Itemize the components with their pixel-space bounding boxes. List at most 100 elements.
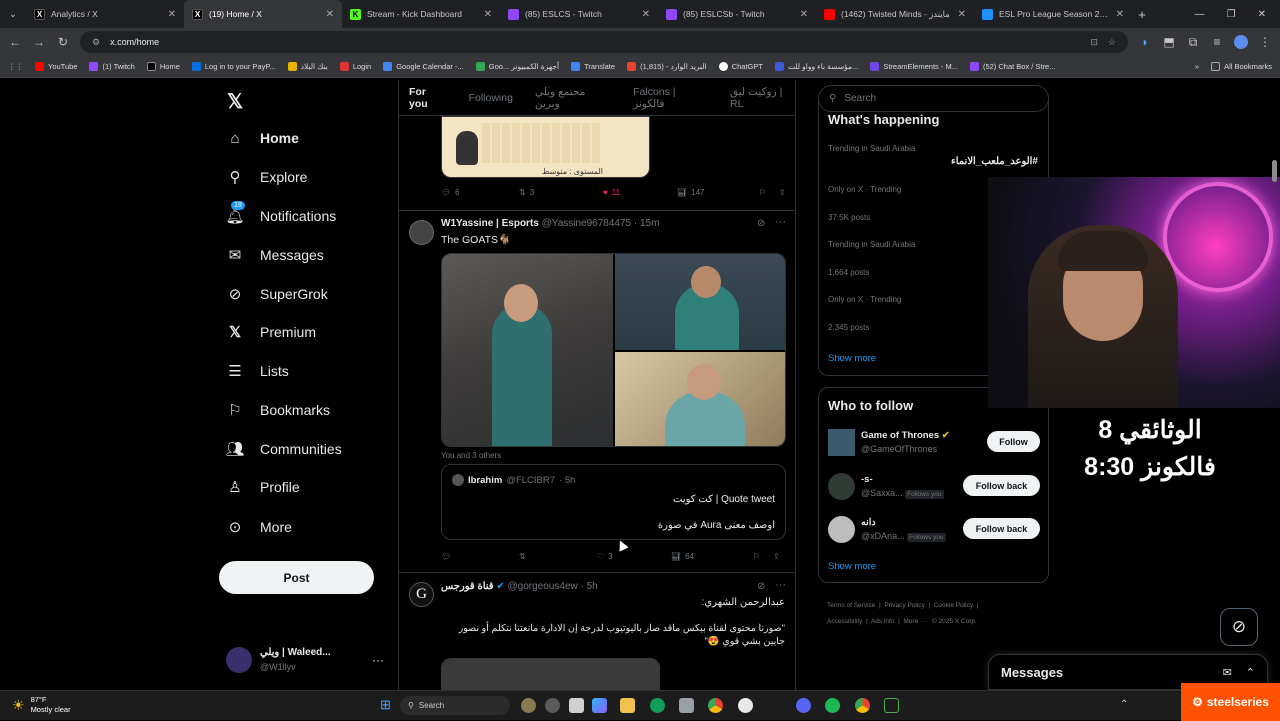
bookmark-item[interactable]: Home xyxy=(146,62,180,71)
menu-icon[interactable]: ⋮ xyxy=(1258,35,1272,49)
site-info-icon[interactable]: ⚙ xyxy=(92,37,100,48)
avatar[interactable] xyxy=(409,220,434,245)
avatar[interactable] xyxy=(828,429,855,456)
like-button[interactable]: ♥ 11 xyxy=(603,188,677,197)
close-icon[interactable]: ✕ xyxy=(484,9,492,20)
account-switcher[interactable]: ويلي | Waleed... @W1llyv ··· xyxy=(226,642,384,678)
bookmark-item[interactable]: StreamElements - M... xyxy=(870,62,958,71)
nav-home[interactable]: ⌂ Home xyxy=(226,129,298,147)
bookmark-icon[interactable]: ⚐ xyxy=(759,188,779,197)
nav-explore[interactable]: ⚲ Explore xyxy=(226,168,308,186)
quote-tweet[interactable]: Ibrahim @FLCIBR7 · 5h Quote tweet | كت ك… xyxy=(441,464,786,540)
close-window-button[interactable]: ✕ xyxy=(1258,9,1266,20)
photo[interactable] xyxy=(442,254,613,446)
footer-link[interactable]: Accessibility xyxy=(827,618,862,625)
bookmark-item[interactable]: البريد الوارد - (1,815) xyxy=(627,62,707,71)
grok-button[interactable]: ⊘ xyxy=(1220,608,1258,646)
share-icon[interactable]: ⇪ xyxy=(773,552,780,561)
collapse-icon[interactable]: ⌃ xyxy=(1246,666,1255,679)
photo[interactable] xyxy=(615,254,785,350)
new-tab-button[interactable]: + xyxy=(1132,7,1152,22)
liked-by[interactable]: You and 3 others xyxy=(441,451,501,460)
views-button[interactable]: 📊︎ 147 xyxy=(677,188,759,197)
share-icon[interactable]: ⇪ xyxy=(779,188,786,197)
post-button[interactable]: Post xyxy=(219,561,374,594)
all-bookmarks-button[interactable]: All Bookmarks xyxy=(1211,62,1272,71)
author-handle[interactable]: @gorgeous4ew xyxy=(508,581,578,592)
puzzle-icon[interactable]: ⧉ xyxy=(1186,35,1200,50)
footer-link[interactable]: Cookie Policy xyxy=(934,602,973,609)
tray-chevron-icon[interactable]: ⌃ xyxy=(1120,699,1128,710)
show-more-link[interactable]: Show more xyxy=(828,561,876,572)
profile-avatar[interactable] xyxy=(1234,35,1248,49)
reply-button[interactable]: 💬︎ 6 xyxy=(441,188,519,197)
address-bar[interactable]: ⚙ x.com/home ⊡ ☆ xyxy=(80,31,1128,53)
nav-messages[interactable]: ✉ Messages xyxy=(226,246,324,264)
trend-topic[interactable]: #الوعد_ملعب_الانماء xyxy=(951,156,1038,167)
nav-lists[interactable]: ☰ Lists xyxy=(226,362,289,380)
like-button[interactable]: ♡ 3 xyxy=(597,552,671,561)
back-icon[interactable]: ← xyxy=(8,35,22,49)
weather-widget[interactable]: ☀ 87°F Mostly clear xyxy=(12,695,71,715)
tab-4[interactable]: (85) ESLCSb - Twitch ✕ xyxy=(658,0,816,28)
repost-button[interactable]: ⇅ xyxy=(519,552,597,561)
follow-name[interactable]: دانه xyxy=(861,517,876,528)
avatar[interactable] xyxy=(828,516,855,543)
extension-icon[interactable]: ⬒ xyxy=(1162,35,1176,49)
footer-link[interactable]: More ··· xyxy=(903,618,926,625)
follow-name[interactable]: Game of Thrones ✔ xyxy=(861,430,950,441)
start-icon[interactable]: ⊞ xyxy=(380,697,391,713)
overflow-chevron-icon[interactable]: » xyxy=(1195,62,1199,71)
author-handle[interactable]: @Yassine96784475 xyxy=(542,218,631,229)
nav-supergrok[interactable]: ⊘ SuperGrok xyxy=(226,285,328,303)
grok-icon[interactable]: ⊘ xyxy=(757,218,765,229)
tweet-image[interactable]: المستوى : متوسط xyxy=(441,116,650,178)
follow-button[interactable]: Follow xyxy=(987,431,1040,452)
bookmark-item[interactable]: Translate xyxy=(571,62,615,71)
x-logo-icon[interactable]: 𝕏 xyxy=(227,89,243,114)
avatar[interactable] xyxy=(828,473,855,500)
discord-icon[interactable] xyxy=(796,698,811,713)
spotify-icon[interactable] xyxy=(825,698,840,713)
bookmark-icon[interactable]: ⚐ xyxy=(753,552,773,561)
extension-icon[interactable]: ◗ xyxy=(1138,35,1152,49)
tab-list[interactable]: روكيت ليق | RL xyxy=(730,86,795,110)
tab-search-icon[interactable]: ⌄ xyxy=(0,9,26,20)
close-icon[interactable]: ✕ xyxy=(326,9,334,20)
scrollbar-thumb[interactable] xyxy=(1272,160,1277,182)
tweet-time[interactable]: · 15m xyxy=(634,218,660,229)
tab-1[interactable]: X (19) Home / X ✕ xyxy=(184,0,342,28)
minimize-button[interactable]: — xyxy=(1195,9,1205,20)
footer-link[interactable]: Terms of Service xyxy=(827,602,875,609)
media-icon[interactable]: ≡ xyxy=(1210,35,1224,49)
nav-notifications[interactable]: 🔔︎ 19 Notifications xyxy=(225,201,336,225)
task-view-icon[interactable] xyxy=(569,698,584,713)
repost-button[interactable]: ⇅ 3 xyxy=(519,188,603,197)
footer-link[interactable]: Privacy Policy xyxy=(884,602,924,609)
close-icon[interactable]: ✕ xyxy=(1116,9,1124,20)
tab-following[interactable]: Following xyxy=(469,92,513,104)
chrome-icon[interactable] xyxy=(855,698,870,713)
taskbar-search[interactable]: ⚲ Search xyxy=(400,696,510,715)
maximize-button[interactable]: ❐ xyxy=(1227,9,1236,20)
more-icon[interactable]: ··· xyxy=(775,579,786,591)
bookmark-item[interactable]: بنك البلاد xyxy=(287,62,328,71)
star-icon[interactable]: ☆ xyxy=(1108,37,1116,48)
app-icon[interactable] xyxy=(884,698,899,713)
tab-2[interactable]: K Stream - Kick Dashboard ✕ xyxy=(342,0,500,28)
footer-link[interactable]: Ads info xyxy=(871,618,895,625)
bookmark-item[interactable]: (52) Chat Box / Stre... xyxy=(969,62,1055,71)
show-more-link[interactable]: Show more xyxy=(828,353,876,364)
tab-for-you[interactable]: For you xyxy=(409,86,447,110)
app-icon[interactable] xyxy=(521,698,536,713)
close-icon[interactable]: ✕ xyxy=(800,9,808,20)
bookmark-item[interactable]: Google Calendar -... xyxy=(383,62,464,71)
bookmark-item[interactable]: مؤسسة باء وواو للت... xyxy=(774,62,858,71)
reload-icon[interactable]: ↻ xyxy=(56,35,70,49)
nav-premium[interactable]: 𝕏 Premium xyxy=(226,323,316,341)
photo[interactable] xyxy=(615,352,785,446)
more-icon[interactable]: ··· xyxy=(775,216,786,228)
forward-icon[interactable]: → xyxy=(32,35,46,49)
nav-bookmarks[interactable]: ⚐ Bookmarks xyxy=(226,401,330,419)
nav-more[interactable]: ⊙ More xyxy=(226,518,292,536)
